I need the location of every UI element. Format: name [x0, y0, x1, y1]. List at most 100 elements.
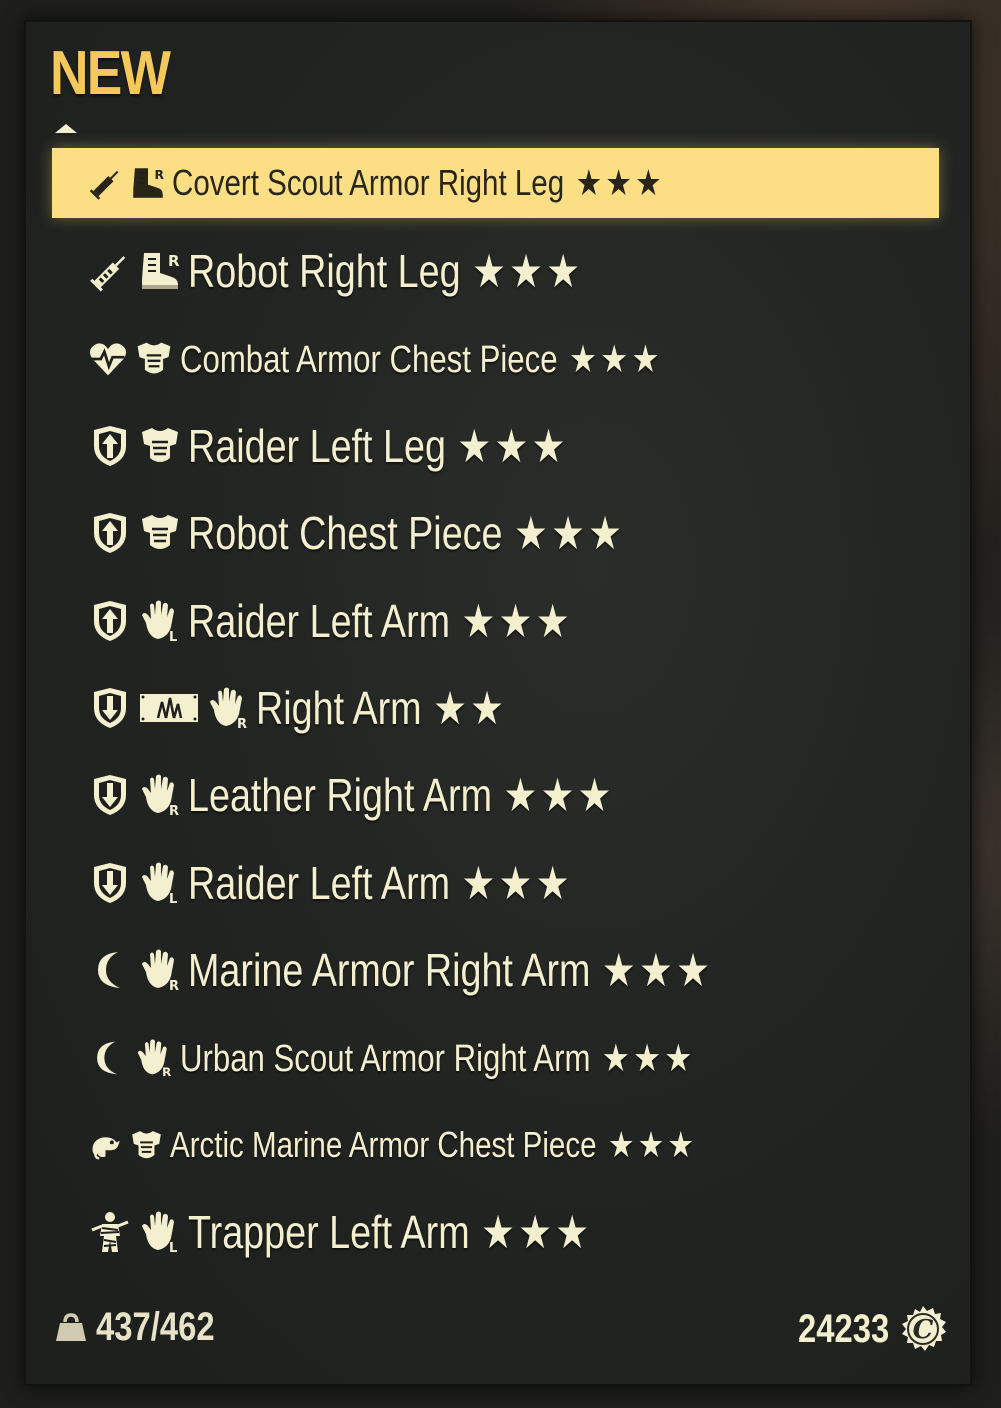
item-label: Raider Left Arm ★★★ — [188, 594, 573, 648]
crescent-moon-icon — [88, 948, 132, 992]
item-label: Covert Scout Armor Right Leg ★★★ — [172, 162, 665, 204]
chest-armor-icon — [138, 424, 182, 468]
shield-down-arrow-icon — [88, 686, 132, 730]
syringe-icon — [88, 249, 132, 293]
item-name: Combat Armor Chest Piece — [180, 338, 558, 381]
caps-value: 24233 — [798, 1306, 890, 1351]
item-star-rating: ★★★ — [608, 1124, 698, 1165]
item-star-rating: ★★★ — [472, 245, 584, 297]
glove-right-icon: R — [138, 948, 182, 992]
inventory-item[interactable]: Combat Armor Chest Piece ★★★ — [52, 324, 939, 394]
crystal-card-icon — [138, 686, 200, 730]
glove-right-icon: R — [134, 1038, 174, 1078]
inventory-item[interactable]: L Raider Left Arm ★★★ — [52, 848, 939, 918]
item-label: Marine Armor Right Arm ★★★ — [188, 943, 713, 997]
svg-text:R: R — [162, 1065, 171, 1078]
inventory-item[interactable]: R Robot Right Leg ★★★ — [52, 236, 939, 306]
item-icons: R — [88, 773, 182, 817]
item-name: Robot Right Leg — [188, 245, 461, 297]
boot-right-icon: R — [130, 165, 166, 201]
crescent-moon-icon — [88, 1038, 128, 1078]
inventory-item[interactable]: Robot Chest Piece ★★★ — [52, 498, 939, 568]
item-name: Marine Armor Right Arm — [188, 944, 591, 996]
item-icons: R — [88, 1038, 174, 1078]
heartbeat-icon — [88, 339, 128, 379]
item-star-rating: ★★★ — [569, 338, 663, 381]
glove-right-icon: R — [206, 686, 250, 730]
item-icons: R — [88, 249, 182, 293]
item-name: Arctic Marine Armor Chest Piece — [170, 1124, 597, 1165]
chameleon-icon — [88, 1128, 123, 1163]
inventory-item[interactable]: R Leather Right Arm ★★★ — [52, 760, 939, 830]
svg-text:C: C — [913, 1315, 934, 1345]
item-star-rating: ★★★ — [575, 162, 665, 203]
item-name: Trapper Left Arm — [188, 1206, 470, 1258]
item-label: Raider Left Leg ★★★ — [188, 419, 569, 473]
syringe-icon — [88, 165, 124, 201]
chest-armor-icon — [129, 1128, 164, 1163]
svg-text:R: R — [168, 252, 180, 270]
item-star-rating: ★★★ — [461, 595, 573, 647]
item-label: Robot Right Leg ★★★ — [188, 244, 583, 298]
shield-up-arrow-icon — [88, 511, 132, 555]
item-star-rating: ★★★ — [457, 420, 569, 472]
item-name: Raider Left Leg — [188, 420, 446, 472]
item-icons — [88, 339, 174, 379]
shield-down-arrow-icon — [88, 773, 132, 817]
item-name: Raider Left Arm — [188, 857, 451, 909]
svg-text:L: L — [169, 1241, 177, 1254]
svg-text:R: R — [237, 717, 247, 730]
svg-text:R: R — [169, 979, 179, 992]
svg-text:R: R — [155, 168, 165, 182]
svg-text:L: L — [169, 892, 177, 905]
caps-count: 24233 C — [778, 1305, 947, 1353]
item-star-rating: ★★★ — [601, 944, 714, 996]
inventory-item[interactable]: L Raider Left Arm ★★★ — [52, 586, 939, 656]
item-label: Right Arm ★★ — [256, 681, 507, 735]
item-label: Trapper Left Arm ★★★ — [188, 1205, 592, 1259]
inventory-item[interactable]: Raider Left Leg ★★★ — [52, 411, 939, 481]
item-name: Urban Scout Armor Right Arm — [180, 1037, 591, 1080]
glove-right-icon: R — [138, 773, 182, 817]
glove-left-icon: L — [138, 1210, 182, 1254]
item-icons — [88, 424, 182, 468]
item-star-rating: ★★ — [433, 682, 508, 734]
item-label: Raider Left Arm ★★★ — [188, 856, 573, 910]
section-title: NEW — [50, 39, 171, 108]
item-label: Arctic Marine Armor Chest Piece ★★★ — [170, 1124, 697, 1166]
shield-up-arrow-icon — [88, 424, 132, 468]
item-label: Leather Right Arm ★★★ — [188, 768, 615, 822]
inventory-item[interactable]: R Urban Scout Armor Right Arm ★★★ — [52, 1023, 939, 1093]
inventory-item-selected[interactable]: R Covert Scout Armor Right Leg ★★★ — [52, 148, 939, 218]
item-name: Robot Chest Piece — [188, 507, 503, 559]
item-label: Robot Chest Piece ★★★ — [188, 506, 625, 560]
inventory-item[interactable]: R Right Arm ★★ — [52, 673, 939, 743]
inventory-item[interactable]: R Marine Armor Right Arm ★★★ — [52, 935, 939, 1005]
scroll-up-caret-icon[interactable] — [55, 124, 77, 133]
inventory-item[interactable]: L Trapper Left Arm ★★★ — [52, 1197, 939, 1267]
bottle-cap-icon: C — [899, 1305, 947, 1353]
item-star-rating: ★★★ — [503, 769, 615, 821]
item-star-rating: ★★★ — [601, 1037, 696, 1080]
item-name: Right Arm — [256, 682, 422, 734]
item-label: Urban Scout Armor Right Arm ★★★ — [180, 1036, 696, 1081]
glove-left-icon: L — [138, 599, 182, 643]
mummy-icon — [88, 1210, 132, 1254]
item-icons: R — [88, 686, 250, 730]
inventory-item[interactable]: Arctic Marine Armor Chest Piece ★★★ — [52, 1110, 939, 1180]
item-name: Leather Right Arm — [188, 769, 493, 821]
item-icons — [88, 511, 182, 555]
item-icons: L — [88, 861, 182, 905]
chest-armor-icon — [138, 511, 182, 555]
carry-weight-value: 437/462 — [96, 1305, 215, 1349]
weight-icon — [54, 1312, 88, 1343]
item-star-rating: ★★★ — [461, 857, 573, 909]
glove-left-icon: L — [138, 861, 182, 905]
item-star-rating: ★★★ — [481, 1206, 593, 1258]
shield-up-arrow-icon — [88, 599, 132, 643]
item-label: Combat Armor Chest Piece ★★★ — [180, 337, 663, 382]
item-icons — [88, 1128, 164, 1163]
boot-right-icon: R — [138, 249, 182, 293]
item-icons: L — [88, 1210, 182, 1254]
svg-text:R: R — [169, 804, 179, 817]
